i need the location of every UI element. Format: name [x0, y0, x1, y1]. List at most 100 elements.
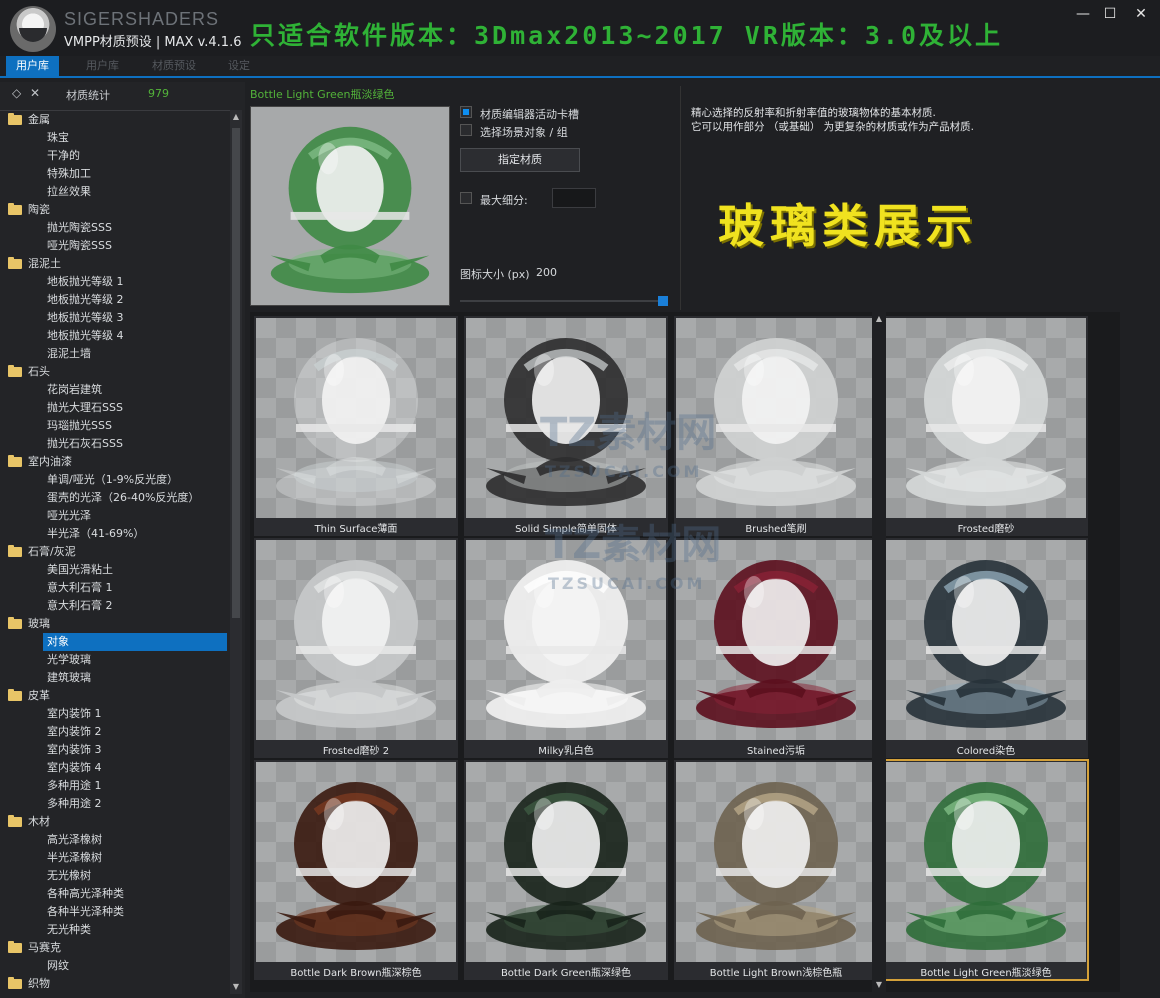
tree-scroll-thumb[interactable]	[232, 128, 240, 618]
tree-item[interactable]: 地板抛光等级 1	[0, 273, 230, 291]
material-thumbnail[interactable]	[466, 318, 666, 518]
tree-item[interactable]: 室内装饰 3	[0, 741, 230, 759]
tree-item[interactable]: 混泥土墙	[0, 345, 230, 363]
tree-item[interactable]: 光学玻璃	[0, 651, 230, 669]
material-card[interactable]: Bottle Dark Green瓶深绿色	[464, 760, 668, 980]
tree-item[interactable]: 室内装饰 2	[0, 723, 230, 741]
tree-item[interactable]: 各种高光泽种类	[0, 885, 230, 903]
material-card[interactable]: Colored染色	[884, 538, 1088, 758]
tree-category[interactable]: 石头	[0, 363, 230, 381]
tree-item[interactable]: 无光橡树	[0, 867, 230, 885]
material-thumbnail[interactable]	[676, 762, 876, 962]
tree-item[interactable]: 特殊加工	[0, 165, 230, 183]
maximize-button[interactable]: ☐	[1097, 4, 1123, 24]
tree-item[interactable]: 蛋壳的光泽（26-40%反光度）	[0, 489, 230, 507]
material-card[interactable]: Bottle Light Green瓶淡绿色	[883, 759, 1089, 981]
tree-category[interactable]: 皮革	[0, 687, 230, 705]
tree-item[interactable]: 对象	[43, 633, 227, 651]
tree-item[interactable]: 干净的	[0, 147, 230, 165]
tree-item[interactable]: 半光泽（41-69%）	[0, 525, 230, 543]
tree-item[interactable]: 单调/哑光（1-9%反光度）	[0, 471, 230, 489]
material-card[interactable]: Frosted磨砂 2	[254, 538, 458, 758]
scene-object-checkbox[interactable]	[460, 124, 472, 136]
clear-icon[interactable]: ✕	[30, 86, 40, 100]
tab-user-library[interactable]: 用户库	[6, 56, 59, 76]
tree-item[interactable]: 室内装饰 4	[0, 759, 230, 777]
pin-icon[interactable]: ◇	[12, 86, 21, 100]
tree-item[interactable]: 地板抛光等级 3	[0, 309, 230, 327]
tree-item[interactable]: 花岗岩建筑	[0, 381, 230, 399]
tab-material-presets[interactable]: 材质预设	[142, 56, 206, 76]
material-card[interactable]: Frosted磨砂	[884, 316, 1088, 536]
material-label: Bottle Dark Brown瓶深棕色	[290, 968, 422, 979]
material-card[interactable]: Stained污垢	[674, 538, 878, 758]
tree-item[interactable]: 美国光滑粘土	[0, 561, 230, 579]
material-card[interactable]: Solid Simple简单固体	[464, 316, 668, 536]
tree-category[interactable]: 陶瓷	[0, 201, 230, 219]
grid-scroll-down-icon[interactable]: ▼	[873, 978, 885, 992]
tree-item[interactable]: 哑光光泽	[0, 507, 230, 525]
tree-item[interactable]: 多种用途 1	[0, 777, 230, 795]
tree-item[interactable]: 半光泽橡树	[0, 849, 230, 867]
tree-category[interactable]: 马赛克	[0, 939, 230, 957]
material-thumbnail[interactable]	[676, 318, 876, 518]
tree-scrollbar[interactable]: ▲ ▼	[230, 110, 242, 994]
tree-label: 各种高光泽种类	[47, 887, 124, 900]
material-card[interactable]: Bottle Dark Brown瓶深棕色	[254, 760, 458, 980]
tree-category[interactable]: 木材	[0, 813, 230, 831]
material-thumbnail[interactable]	[676, 540, 876, 740]
tree-item[interactable]: 玛瑙抛光SSS	[0, 417, 230, 435]
tree-category[interactable]: 金属	[0, 111, 230, 129]
tree-item[interactable]: 无光种类	[0, 921, 230, 939]
material-thumbnail[interactable]	[256, 762, 456, 962]
material-card[interactable]: Thin Surface薄面	[254, 316, 458, 536]
close-button[interactable]: ✕	[1128, 4, 1154, 24]
grid-scrollbar[interactable]: ▲ ▼	[872, 312, 886, 992]
assign-material-button[interactable]: 指定材质	[460, 148, 580, 172]
max-subdiv-input[interactable]	[552, 188, 596, 208]
minimize-button[interactable]: —	[1070, 4, 1096, 24]
tree-label: 无光种类	[47, 923, 91, 936]
tree-item[interactable]: 建筑玻璃	[0, 669, 230, 687]
material-thumbnail[interactable]	[886, 540, 1086, 740]
tree-category[interactable]: 室内油漆	[0, 453, 230, 471]
material-thumbnail[interactable]	[256, 540, 456, 740]
tree-item[interactable]: 室内装饰 1	[0, 705, 230, 723]
max-subdiv-checkbox[interactable]	[460, 192, 472, 204]
material-thumbnail[interactable]	[466, 540, 666, 740]
tab-settings[interactable]: 设定	[218, 56, 260, 76]
tree-category[interactable]: 玻璃	[0, 615, 230, 633]
material-thumbnail[interactable]	[466, 762, 666, 962]
tree-item[interactable]: 高光泽橡树	[0, 831, 230, 849]
material-card[interactable]: Bottle Light Brown浅棕色瓶	[674, 760, 878, 980]
tree-item[interactable]: 各种半光泽种类	[0, 903, 230, 921]
tree-item[interactable]: 抛光陶瓷SSS	[0, 219, 230, 237]
tree-label: 混泥土墙	[47, 347, 91, 360]
material-thumbnail[interactable]	[886, 762, 1086, 962]
tree-item[interactable]: 抛光石灰石SSS	[0, 435, 230, 453]
tree-category[interactable]: 织物	[0, 975, 230, 993]
icon-size-slider[interactable]	[460, 296, 668, 306]
tree-item[interactable]: 拉丝效果	[0, 183, 230, 201]
slider-handle[interactable]	[658, 296, 668, 306]
material-card[interactable]: Brushed笔刷	[674, 316, 878, 536]
material-thumbnail[interactable]	[256, 318, 456, 518]
editor-slot-checkbox[interactable]	[460, 106, 472, 118]
scroll-up-icon[interactable]: ▲	[230, 110, 242, 124]
tree-item[interactable]: 多种用途 2	[0, 795, 230, 813]
tree-item[interactable]: 意大利石膏 2	[0, 597, 230, 615]
tree-item[interactable]: 地板抛光等级 2	[0, 291, 230, 309]
tab-user-library-2[interactable]: 用户库	[76, 56, 129, 76]
material-thumbnail[interactable]	[886, 318, 1086, 518]
scroll-down-icon[interactable]: ▼	[230, 980, 242, 994]
tree-item[interactable]: 抛光大理石SSS	[0, 399, 230, 417]
tree-item[interactable]: 哑光陶瓷SSS	[0, 237, 230, 255]
tree-item[interactable]: 网纹	[0, 957, 230, 975]
material-card[interactable]: Milky乳白色	[464, 538, 668, 758]
tree-category[interactable]: 混泥土	[0, 255, 230, 273]
tree-item[interactable]: 珠宝	[0, 129, 230, 147]
tree-item[interactable]: 地板抛光等级 4	[0, 327, 230, 345]
tree-category[interactable]: 石膏/灰泥	[0, 543, 230, 561]
tree-item[interactable]: 意大利石膏 1	[0, 579, 230, 597]
grid-scroll-up-icon[interactable]: ▲	[873, 312, 885, 326]
